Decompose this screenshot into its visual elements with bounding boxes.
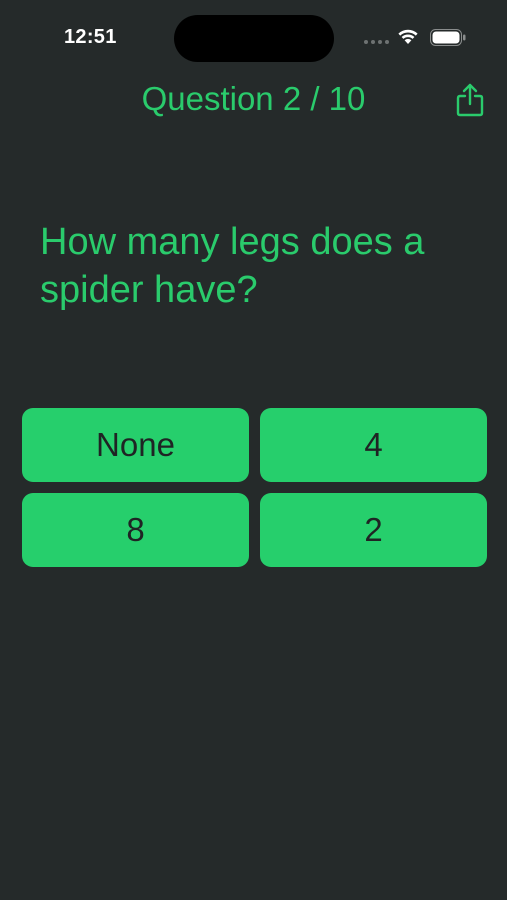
answer-button-3[interactable]: 8 — [22, 493, 249, 567]
nav-bar: Question 2 / 10 — [0, 76, 507, 124]
status-bar: 12:51 — [0, 0, 507, 70]
signal-dots-icon — [364, 40, 389, 44]
share-button[interactable] — [455, 82, 485, 118]
wifi-icon — [397, 27, 419, 45]
question-counter-title: Question 2 / 10 — [141, 80, 366, 117]
answer-button-1[interactable]: None — [22, 408, 249, 482]
dynamic-island — [174, 15, 334, 62]
status-time: 12:51 — [64, 26, 117, 48]
answer-button-4[interactable]: 2 — [260, 493, 487, 567]
question-text: How many legs does a spider have? — [40, 221, 425, 311]
answer-button-2[interactable]: 4 — [260, 408, 487, 482]
answer-grid: None 4 8 2 — [22, 408, 487, 567]
battery-icon — [430, 29, 466, 46]
share-icon — [456, 83, 484, 117]
